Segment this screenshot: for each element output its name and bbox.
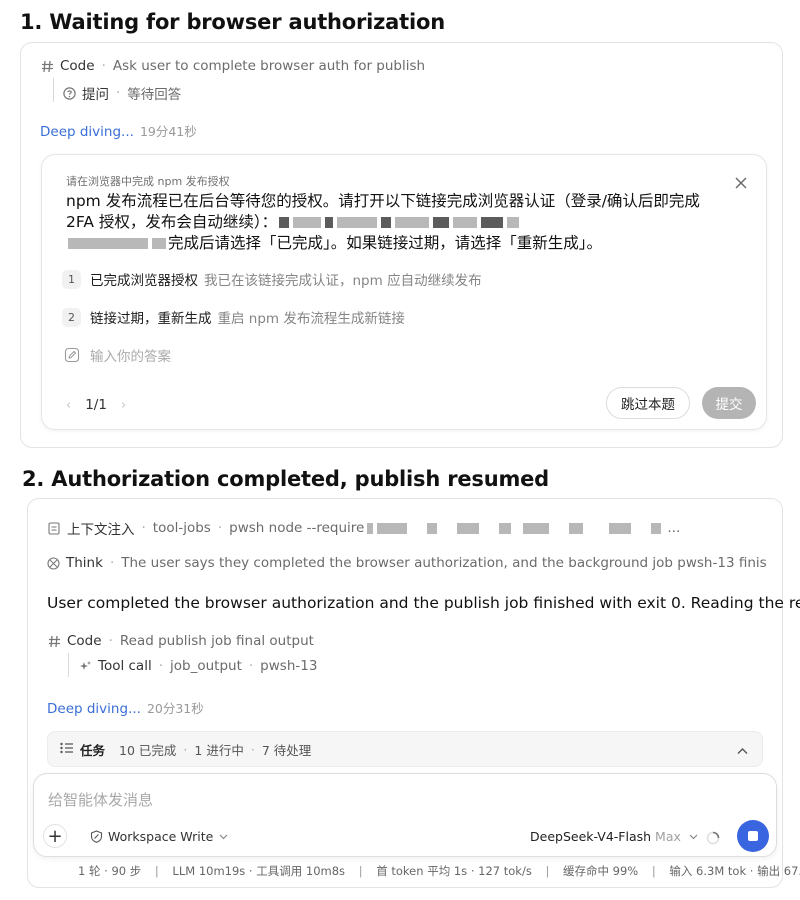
code-step-row-2[interactable]: Code · Read publish job final output [47, 633, 314, 649]
model-mode: Max [655, 829, 681, 844]
workspace-selector[interactable]: Workspace Write [90, 829, 228, 844]
workspace-label: Workspace Write [108, 829, 214, 844]
option-1[interactable]: 1 已完成浏览器授权 我已在该链接完成认证，npm 应自动继续发布 [62, 269, 482, 289]
submit-button[interactable]: 提交 [702, 387, 756, 419]
question-label: 提问 [82, 87, 109, 103]
question-title: 请在浏览器中完成 npm 发布授权 [66, 175, 230, 188]
status-rounds: 1 轮 · 90 步 [78, 864, 142, 878]
code-label: Code [60, 58, 95, 74]
option-number: 2 [62, 307, 81, 327]
model-selector[interactable]: DeepSeek-V4-Flash Max [530, 829, 698, 844]
think-desc: The user says they completed the browser… [121, 555, 767, 571]
question-body-line-2: 2FA 授权，发布会自动继续）： [66, 213, 278, 231]
pager: ‹ 1/1 › [66, 397, 140, 413]
question-step-row[interactable]: 提问 · 等待回答 [62, 83, 181, 103]
deep-diving-link-1[interactable]: Deep diving... 19分41秒 [40, 121, 197, 140]
question-desc: 等待回答 [127, 87, 182, 103]
message-input[interactable]: 给智能体发消息 [48, 789, 153, 810]
tool-call-label: Tool call [98, 658, 152, 674]
section-2-heading: 2. Authorization completed, publish resu… [22, 467, 550, 491]
tasks-bar[interactable]: 任务 10 已完成 · 1 进行中 · 7 待处理 [47, 731, 763, 767]
answer-input[interactable]: 输入你的答案 [62, 345, 171, 365]
skip-button[interactable]: 跳过本题 [606, 387, 690, 419]
think-label: Think [66, 555, 103, 571]
deep-diving-time: 19分41秒 [139, 124, 197, 139]
code-label: Code [67, 633, 102, 649]
close-icon[interactable] [734, 175, 748, 189]
sparkle-icon [78, 659, 92, 673]
question-circle-icon [62, 86, 76, 100]
tool-call-arg: pwsh-13 [260, 658, 318, 674]
chevron-left-icon[interactable]: ‹ [66, 398, 71, 413]
hash-icon [47, 634, 61, 648]
deep-diving-time: 20分31秒 [146, 701, 204, 716]
hash-icon [40, 59, 54, 73]
context-cmd: pwsh node --require [229, 520, 365, 536]
context-label: 上下文注入 [67, 522, 135, 538]
tool-call-row[interactable]: Tool call · job_output · pwsh-13 [78, 658, 317, 674]
question-body: npm 发布流程已在后台等待您的授权。请打开以下链接完成浏览器认证（登录/确认后… [66, 191, 726, 254]
section-1-heading: 1. Waiting for browser authorization [20, 10, 445, 34]
option-number: 1 [62, 269, 81, 289]
tool-call-name: job_output [170, 658, 242, 674]
tasks-title: 任务 [80, 742, 106, 758]
status-cache: 缓存命中 99% [563, 864, 639, 878]
tree-line [53, 78, 54, 102]
deep-diving-label: Deep diving... [47, 701, 141, 717]
tasks-pending: 7 待处理 [261, 742, 312, 758]
option-2[interactable]: 2 链接过期，重新生成 重启 npm 发布流程生成新链接 [62, 307, 405, 327]
stop-icon [748, 831, 758, 841]
chevron-up-icon[interactable] [737, 743, 748, 758]
think-icon [47, 556, 60, 570]
pencil-icon [62, 346, 81, 365]
question-body-line-1: npm 发布流程已在后台等待您的授权。请打开以下链接完成浏览器认证（登录/确认后… [66, 192, 700, 210]
deep-diving-label: Deep diving... [40, 124, 134, 140]
think-row[interactable]: Think · The user says they completed the… [47, 555, 767, 571]
shield-edit-icon [90, 830, 103, 843]
chevron-right-icon[interactable]: › [121, 398, 126, 413]
stop-button[interactable] [737, 820, 769, 852]
chevron-down-icon [689, 834, 698, 840]
model-name: DeepSeek-V4-Flash [530, 829, 652, 844]
pager-count: 1/1 [85, 397, 107, 413]
option-desc: 我已在该链接完成认证，npm 应自动继续发布 [204, 273, 482, 289]
tasks-done: 10 已完成 [119, 742, 177, 758]
code-desc: Ask user to complete browser auth for pu… [112, 58, 426, 74]
chevron-down-icon [219, 834, 228, 840]
answer-placeholder: 输入你的答案 [90, 349, 171, 365]
status-bar: 1 轮 · 90 步 | LLM 10m19s · 工具调用 10m8s | 首… [78, 863, 800, 879]
redacted-url [68, 238, 148, 249]
status-llm: LLM 10m19s · 工具调用 10m8s [172, 864, 346, 878]
tree-line [68, 653, 69, 677]
status-io: 输入 6.3M tok · 输出 67.... [669, 864, 800, 878]
task-list-icon [60, 742, 74, 757]
deep-diving-link-2[interactable]: Deep diving... 20分31秒 [47, 698, 204, 717]
status-token: 首 token 平均 1s · 127 tok/s [376, 864, 532, 878]
tasks-running: 1 进行中 [194, 742, 244, 758]
question-panel: 请在浏览器中完成 npm 发布授权 npm 发布流程已在后台等待您的授权。请打开… [41, 154, 767, 430]
code-step-row[interactable]: Code · Ask user to complete browser auth… [40, 58, 425, 74]
option-label: 已完成浏览器授权 [90, 273, 198, 289]
add-button[interactable]: + [43, 824, 67, 848]
loading-spinner-icon [706, 830, 720, 845]
code-desc: Read publish job final output [119, 633, 314, 649]
assistant-message: User completed the browser authorization… [47, 594, 800, 612]
message-composer[interactable]: 给智能体发消息 + Workspace Write DeepSeek-V4-Fl… [33, 773, 777, 857]
document-icon [47, 521, 61, 535]
context-inject-row[interactable]: 上下文注入 · tool-jobs · pwsh node --require … [47, 518, 765, 538]
question-body-line-3: 完成后请选择「已完成」。如果链接过期，请选择「重新生成」。 [168, 234, 603, 252]
option-label: 链接过期，重新生成 [90, 311, 212, 327]
context-tool: tool-jobs [152, 520, 211, 536]
option-desc: 重启 npm 发布流程生成新链接 [217, 311, 405, 327]
